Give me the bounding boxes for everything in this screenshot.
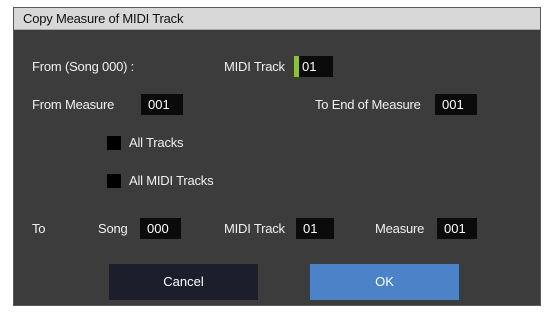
to-song-field[interactable]: 000 — [140, 218, 181, 239]
all-midi-tracks-checkbox[interactable] — [107, 174, 121, 188]
from-measure-label: From Measure — [32, 97, 115, 112]
cancel-button[interactable]: Cancel — [109, 264, 258, 300]
dialog-title: Copy Measure of MIDI Track — [23, 11, 184, 26]
to-label: To — [32, 221, 46, 236]
to-end-of-measure-field[interactable]: 001 — [435, 94, 477, 115]
all-tracks-checkbox[interactable] — [107, 136, 121, 150]
to-end-of-measure-label: To End of Measure — [315, 97, 421, 112]
to-song-label: Song — [98, 221, 128, 236]
to-measure-field[interactable]: 001 — [437, 218, 477, 239]
from-midi-track-label: MIDI Track — [224, 59, 285, 74]
to-midi-track-field[interactable]: 01 — [296, 218, 334, 239]
copy-measure-dialog: Copy Measure of MIDI Track From (Song 00… — [13, 7, 541, 306]
from-midi-track-field[interactable]: 01 — [294, 56, 333, 77]
all-tracks-label: All Tracks — [129, 135, 184, 150]
from-measure-field[interactable]: 001 — [141, 94, 183, 115]
to-midi-track-label: MIDI Track — [224, 221, 285, 236]
all-midi-tracks-label: All MIDI Tracks — [129, 173, 214, 188]
dialog-titlebar: Copy Measure of MIDI Track — [14, 8, 540, 30]
to-measure-label: Measure — [375, 221, 425, 236]
ok-button[interactable]: OK — [310, 264, 459, 300]
from-song-label: From (Song 000) : — [32, 59, 135, 74]
